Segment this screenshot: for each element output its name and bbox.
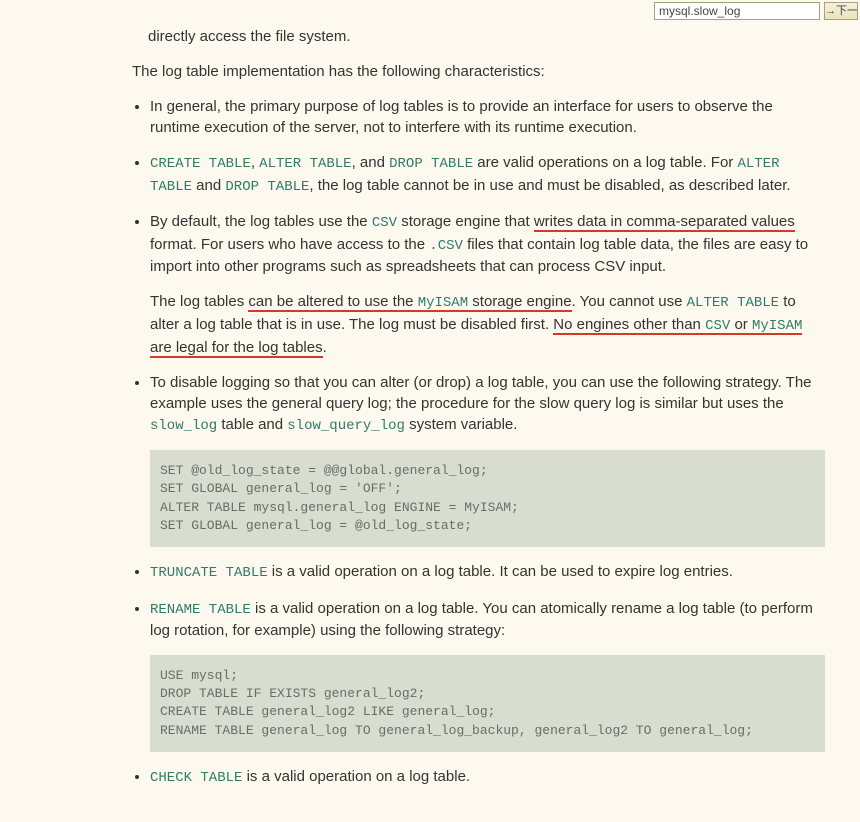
truncate-table-link[interactable]: TRUNCATE TABLE	[150, 565, 268, 581]
underlined-text: can be altered to use the MyISAM storage…	[248, 293, 571, 312]
drop-table-link[interactable]: DROP TABLE	[225, 179, 309, 195]
list-item: To disable logging so that you can alter…	[150, 372, 825, 547]
text: is a valid operation on a log table.	[242, 768, 470, 785]
list-item: TRUNCATE TABLE is a valid operation on a…	[150, 561, 825, 584]
text: .	[323, 339, 327, 356]
code-block: SET @old_log_state = @@global.general_lo…	[150, 450, 825, 547]
drop-table-link[interactable]: DROP TABLE	[389, 156, 473, 172]
text: storage engine that	[397, 213, 534, 230]
text: system variable.	[405, 416, 518, 433]
main-content: directly access the file system. The log…	[0, 26, 860, 788]
text: ,	[251, 154, 259, 171]
search-input[interactable]	[654, 2, 820, 20]
intro-paragraph: The log table implementation has the fol…	[132, 61, 825, 82]
characteristics-list: In general, the primary purpose of log t…	[132, 96, 825, 788]
text: can be altered to use the	[248, 293, 417, 310]
code-block: USE mysql; DROP TABLE IF EXISTS general_…	[150, 655, 825, 752]
alter-table-link[interactable]: ALTER TABLE	[259, 156, 351, 172]
text: The log tables	[150, 293, 248, 310]
create-table-link[interactable]: CREATE TABLE	[150, 156, 251, 172]
text: To disable logging so that you can alter…	[150, 374, 812, 412]
text: By default, the log tables use the	[150, 213, 372, 230]
text: are valid operations on a log table. For	[473, 154, 737, 171]
bullet4-paragraph: To disable logging so that you can alter…	[150, 372, 825, 437]
csv-link[interactable]: CSV	[705, 318, 730, 334]
text: format. For users who have access to the	[150, 236, 429, 253]
page-root: →下一 directly access the file system. The…	[0, 0, 860, 822]
next-button[interactable]: →下一	[824, 2, 858, 20]
myisam-link[interactable]: MyISAM	[418, 295, 468, 311]
myisam-link[interactable]: MyISAM	[752, 318, 802, 334]
list-item: By default, the log tables use the CSV s…	[150, 211, 825, 357]
rename-table-link[interactable]: RENAME TABLE	[150, 602, 251, 618]
list-item: CHECK TABLE is a valid operation on a lo…	[150, 766, 825, 789]
list-item: RENAME TABLE is a valid operation on a l…	[150, 598, 825, 752]
text: is a valid operation on a log table. It …	[268, 563, 733, 580]
bullet6-paragraph: RENAME TABLE is a valid operation on a l…	[150, 598, 825, 642]
text: or	[730, 316, 752, 333]
bullet1-text: In general, the primary purpose of log t…	[150, 98, 773, 136]
text: table and	[217, 416, 287, 433]
bullet3b-paragraph: The log tables can be altered to use the…	[150, 291, 825, 357]
bullet3a-paragraph: By default, the log tables use the CSV s…	[150, 211, 825, 277]
text: . You cannot use	[572, 293, 687, 310]
slow-log-code: slow_log	[150, 418, 217, 434]
text: , and	[352, 154, 390, 171]
text: and	[192, 177, 225, 194]
underlined-text: writes data in comma-separated values	[534, 213, 795, 232]
text: No engines other than	[553, 316, 705, 333]
list-item: In general, the primary purpose of log t…	[150, 96, 825, 138]
slow-query-log-link[interactable]: slow_query_log	[287, 418, 405, 434]
csv-link[interactable]: CSV	[372, 215, 397, 231]
check-table-link[interactable]: CHECK TABLE	[150, 770, 242, 786]
dotcsv-code: .CSV	[429, 238, 463, 254]
topbar: →下一	[0, 0, 860, 26]
trailing-fragment: directly access the file system.	[148, 26, 825, 47]
text: , the log table cannot be in use and mus…	[309, 177, 790, 194]
text: storage engine	[468, 293, 571, 310]
list-item: CREATE TABLE, ALTER TABLE, and DROP TABL…	[150, 152, 825, 197]
alter-table-link[interactable]: ALTER TABLE	[687, 295, 779, 311]
text: are legal for the log tables	[150, 339, 323, 356]
